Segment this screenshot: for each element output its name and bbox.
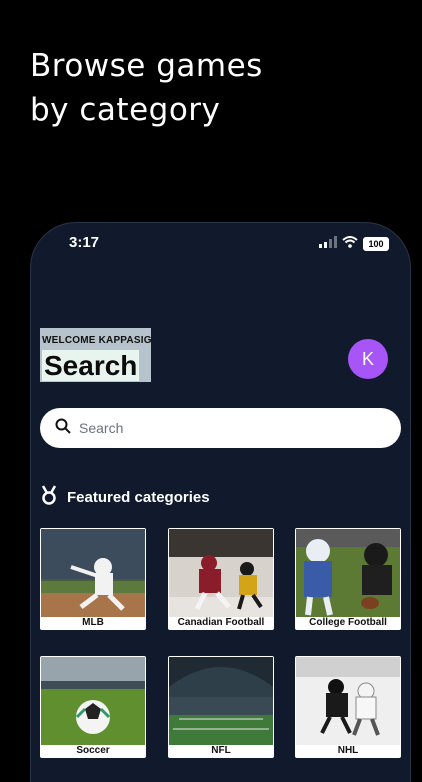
page-title: Search xyxy=(42,350,140,381)
category-label: MLB xyxy=(82,617,104,628)
nfl-image xyxy=(169,657,273,745)
college-football-image xyxy=(296,529,400,617)
search-placeholder: Search xyxy=(79,420,124,436)
category-label: Canadian Football xyxy=(177,617,265,628)
headline: Browse games by category xyxy=(30,44,263,132)
medal-icon xyxy=(40,485,58,509)
mlb-image xyxy=(41,529,145,617)
featured-categories-title: Featured categories xyxy=(67,488,210,506)
wifi-icon xyxy=(342,235,358,253)
category-card-canadian-football[interactable]: Canadian Football xyxy=(168,528,274,630)
nhl-image xyxy=(296,657,400,745)
status-indicators: 100 xyxy=(319,235,389,253)
search-icon xyxy=(55,418,71,439)
welcome-block: WELCOME KAPPASIG Search xyxy=(40,328,151,382)
category-card-nfl[interactable]: NFL xyxy=(168,656,274,758)
category-card-college-football[interactable]: College Football xyxy=(295,528,401,630)
canadian-football-image xyxy=(169,529,273,617)
headline-line-1: Browse games xyxy=(30,48,263,84)
status-time: 3:17 xyxy=(69,234,100,251)
category-label: College Football xyxy=(309,617,387,628)
category-label: Soccer xyxy=(76,745,110,756)
category-label: NHL xyxy=(337,745,359,756)
welcome-text: WELCOME KAPPASIG xyxy=(42,335,152,346)
avatar[interactable]: K xyxy=(348,339,388,379)
battery-icon: 100 xyxy=(363,237,389,251)
featured-categories-heading: Featured categories xyxy=(40,485,210,509)
cellular-signal-icon xyxy=(319,235,337,253)
category-card-mlb[interactable]: MLB xyxy=(40,528,146,630)
search-input[interactable]: Search xyxy=(40,408,401,448)
category-card-soccer[interactable]: Soccer xyxy=(40,656,146,758)
soccer-image xyxy=(41,657,145,745)
category-card-nhl[interactable]: NHL xyxy=(295,656,401,758)
headline-line-2: by category xyxy=(30,92,221,128)
category-label: NFL xyxy=(211,745,231,756)
phone-screen: 3:17 100 WELCOME KAPPASIG Search K Searc… xyxy=(30,222,411,782)
